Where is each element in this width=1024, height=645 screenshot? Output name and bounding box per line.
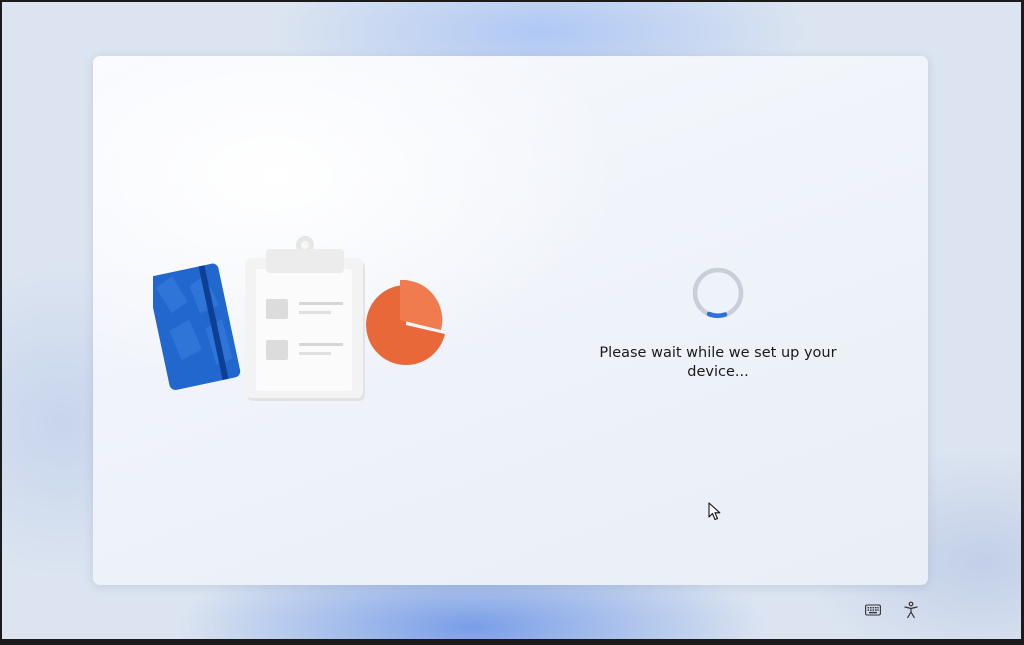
keyboard-button[interactable] <box>862 600 884 620</box>
keyboard-icon <box>865 604 881 616</box>
setup-status: Please wait while we set up your device.… <box>583 266 853 382</box>
mouse-cursor-icon <box>708 502 721 521</box>
status-message: Please wait while we set up your device.… <box>599 345 837 380</box>
pie-chart-icon <box>366 279 445 365</box>
loading-spinner-icon <box>692 267 744 319</box>
setup-card: Please wait while we set up your device.… <box>93 56 928 585</box>
notebook-icon <box>147 263 241 390</box>
clipboard-icon <box>245 236 365 401</box>
setup-screen: Please wait while we set up your device.… <box>2 2 1021 639</box>
accessibility-button[interactable] <box>900 600 922 620</box>
accessibility-icon <box>904 601 918 619</box>
setup-illustration <box>147 231 453 406</box>
